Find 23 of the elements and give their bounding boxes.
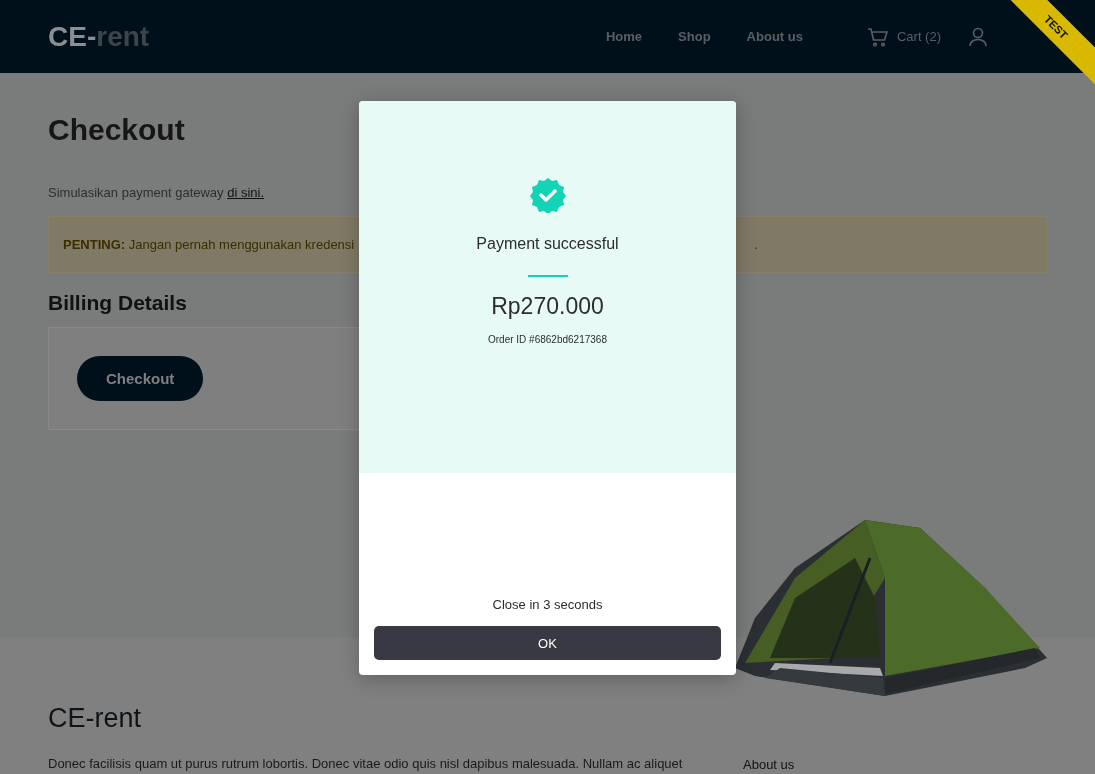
payment-amount: Rp270.000 [491,293,604,320]
payment-status: Payment successful [476,235,619,253]
gateway-text: Simulasikan payment gateway di sini. [48,185,266,200]
alert-text-end: . [754,237,758,252]
countdown-text: Close in 3 seconds [492,597,603,612]
cart-link[interactable]: Cart (2) [866,26,941,47]
page-title: Checkout [48,113,186,147]
footer-title: CE-rent [48,703,143,734]
section-title: Billing Details [48,291,187,315]
verified-check-icon [529,177,566,213]
footer-text: Donec facilisis quam ut purus rutrum lobortis. Donec vitae odio quis nisl dapibus malesuada. Nullam ac aliquet [48,756,684,771]
order-id: Order ID #6862bd6217368 [488,334,607,345]
cart-icon [866,26,889,47]
nav-link[interactable]: About us [746,29,803,44]
alert-text: PENTING: Jangan pernah menggunakan kredensi [63,237,355,252]
checkout-button[interactable]: Checkout [77,356,204,401]
logo[interactable]: CE-rent [48,20,150,53]
ok-button[interactable]: OK [374,626,721,660]
footer-heading: About us [743,757,795,774]
nav-link[interactable]: Shop [678,29,711,44]
user-icon[interactable] [969,26,987,47]
nav-link[interactable]: Home [606,29,643,44]
gateway-link[interactable]: di sini. [227,185,265,200]
